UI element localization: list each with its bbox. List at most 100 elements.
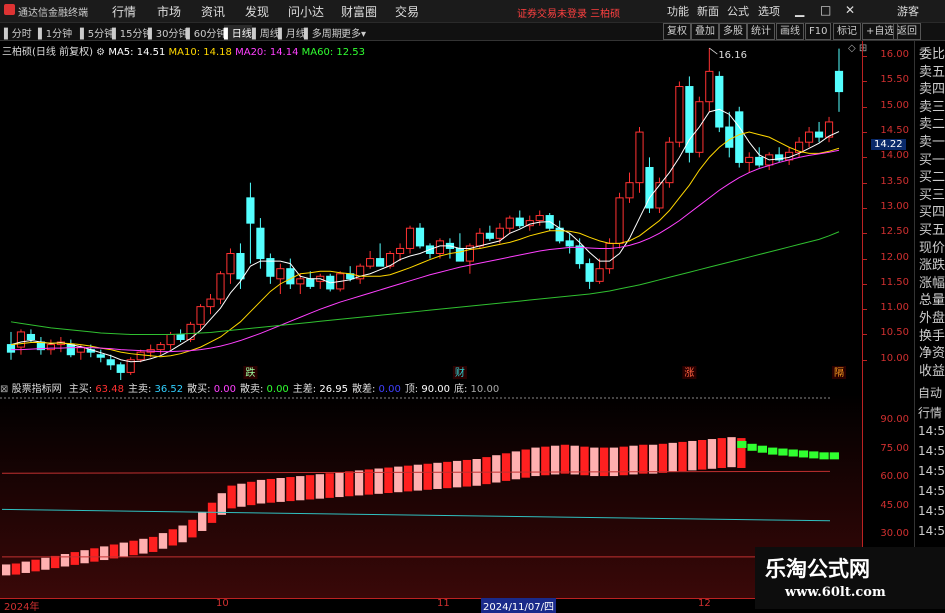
event-mark[interactable]: 跌	[243, 366, 258, 379]
login-notice[interactable]: 证券交易未登录 三柏硕	[517, 5, 620, 20]
period-tab-5min[interactable]: ▌5分钟	[80, 25, 114, 40]
price-tick-mark	[863, 258, 867, 260]
candle	[306, 271, 315, 289]
indicator-bar	[227, 485, 236, 509]
candle	[226, 248, 235, 284]
menu-item-news[interactable]: 资讯	[201, 3, 225, 20]
event-mark[interactable]: 涨	[682, 366, 697, 379]
indicator-bar	[443, 461, 452, 489]
ma-line-ma10	[10, 131, 840, 358]
menu-item-trade[interactable]: 交易	[395, 3, 419, 20]
side-quote-label: 卖二	[919, 117, 945, 133]
price-tick-mark	[863, 106, 867, 108]
candle	[715, 71, 724, 133]
candle	[775, 147, 784, 163]
menu-item-market-quotes[interactable]: 行情	[112, 3, 136, 20]
indicator-bar	[462, 459, 472, 487]
side-quote-label: 买四	[919, 205, 945, 221]
indicator-bar	[70, 552, 79, 565]
side-quote-label: 买三	[919, 187, 945, 203]
side-quote-label: 卖一	[919, 135, 945, 150]
candle	[415, 223, 425, 249]
indicator-bar	[100, 546, 109, 561]
candle	[196, 304, 205, 330]
indicator-bar	[11, 563, 21, 575]
draw-line-button[interactable]: 画线	[776, 23, 804, 40]
candle	[555, 220, 564, 244]
indicator-green-bar	[819, 452, 829, 460]
guest-label[interactable]: 游客	[897, 3, 919, 19]
f10-button[interactable]: F10	[805, 23, 832, 40]
high-pointer	[709, 47, 718, 55]
candle	[585, 258, 594, 289]
menu-item-discover[interactable]: 发现	[245, 3, 269, 20]
period-tab-1min[interactable]: ▌1分钟	[38, 25, 72, 40]
indicator-bar	[668, 442, 677, 473]
period-tab-30min[interactable]: ▌30分钟	[148, 25, 188, 40]
price-tick-mark	[863, 207, 867, 209]
date-label-year: 2024年	[4, 602, 40, 613]
price-tick: 13.50	[880, 175, 909, 187]
indicator-bar	[580, 446, 589, 476]
statistics-button[interactable]: 统计	[747, 23, 775, 40]
indicator-bar	[158, 533, 168, 549]
period-tab-monthly[interactable]: ▌月线	[278, 25, 306, 40]
period-tab-daily[interactable]: ▌日线	[224, 25, 252, 40]
candle	[405, 225, 415, 254]
candlestick-chart[interactable]: 16.169.57跌财涨隔	[0, 41, 862, 380]
menu-item-wealth-circle[interactable]: 财富圈	[341, 3, 377, 20]
indicator-bar	[688, 440, 697, 471]
menu-item-ask-xiaoda[interactable]: 问小达	[288, 3, 324, 20]
price-tick: 13.00	[880, 200, 909, 212]
side-quote-label: 收益	[919, 363, 945, 379]
date-cursor-label: 2024/11/07/四	[481, 598, 557, 613]
period-tab-weekly[interactable]: ▌周线	[252, 25, 280, 40]
period-tab-60min[interactable]: ▌60分钟	[186, 25, 226, 40]
indicator-bar	[570, 445, 579, 475]
price-tick: 15.50	[880, 74, 909, 86]
menu-options[interactable]: 选项	[758, 3, 780, 19]
adjust-button[interactable]: 复权	[663, 23, 691, 40]
mark-button[interactable]: 标记	[833, 23, 861, 40]
indicator-bar	[550, 445, 560, 475]
period-tab-more[interactable]: 更多▾	[341, 25, 366, 40]
candle	[376, 243, 385, 267]
event-mark[interactable]: 财	[452, 366, 467, 379]
indicator-chart[interactable]	[0, 394, 862, 598]
close-icon[interactable]: ✕	[845, 3, 855, 17]
minimize-icon[interactable]: ▁	[795, 3, 804, 17]
indicator-green-bar	[829, 452, 839, 460]
indicator-bar	[325, 473, 334, 498]
maximize-icon[interactable]: □	[820, 3, 831, 17]
svg-text:涨: 涨	[684, 367, 694, 379]
candle	[66, 339, 75, 358]
candle	[216, 271, 225, 305]
candle	[505, 215, 514, 234]
quote-side-panel: 委比 卖五 卖四 卖三 卖二 卖一 买一 买二 买三 买四 买五 现价 涨跌 涨幅 总量 外盘 换手 净资 收益	[914, 41, 945, 380]
price-tick: 14.00	[880, 150, 909, 162]
price-tick-mark	[863, 334, 867, 336]
period-toolbar: ▌分时 ▌1分钟 ▌5分钟 ▌15分钟 ▌30分钟 ▌60分钟 ▌日线 ▌周线 …	[0, 23, 945, 41]
price-tick: 10.00	[880, 352, 909, 364]
side-quote-label: 买一	[919, 152, 945, 168]
event-mark[interactable]: 隔	[832, 366, 847, 379]
menu-new-page[interactable]: 新面	[697, 3, 719, 19]
indicator-side-label: 14:50	[918, 484, 945, 498]
menu-item-market[interactable]: 市场	[157, 3, 181, 20]
candle	[36, 336, 46, 355]
candle	[316, 273, 325, 289]
overlay-button[interactable]: 叠加	[691, 23, 719, 40]
indicator-tick: 45.00	[880, 499, 909, 511]
back-button[interactable]: 返回	[893, 23, 921, 40]
menu-formula[interactable]: 公式	[727, 3, 749, 19]
indicator-bar	[109, 544, 119, 559]
period-tab-intraday[interactable]: ▌分时	[4, 25, 32, 40]
multi-stock-button[interactable]: 多股	[719, 23, 747, 40]
period-tab-multi[interactable]: ▌多周期	[304, 25, 342, 40]
menu-function[interactable]: 功能	[667, 3, 689, 19]
candle	[765, 152, 774, 171]
date-label-oct: 10	[216, 598, 229, 609]
period-tab-15min[interactable]: ▌15分钟	[112, 25, 152, 40]
candle	[126, 357, 135, 375]
candle	[685, 76, 694, 163]
